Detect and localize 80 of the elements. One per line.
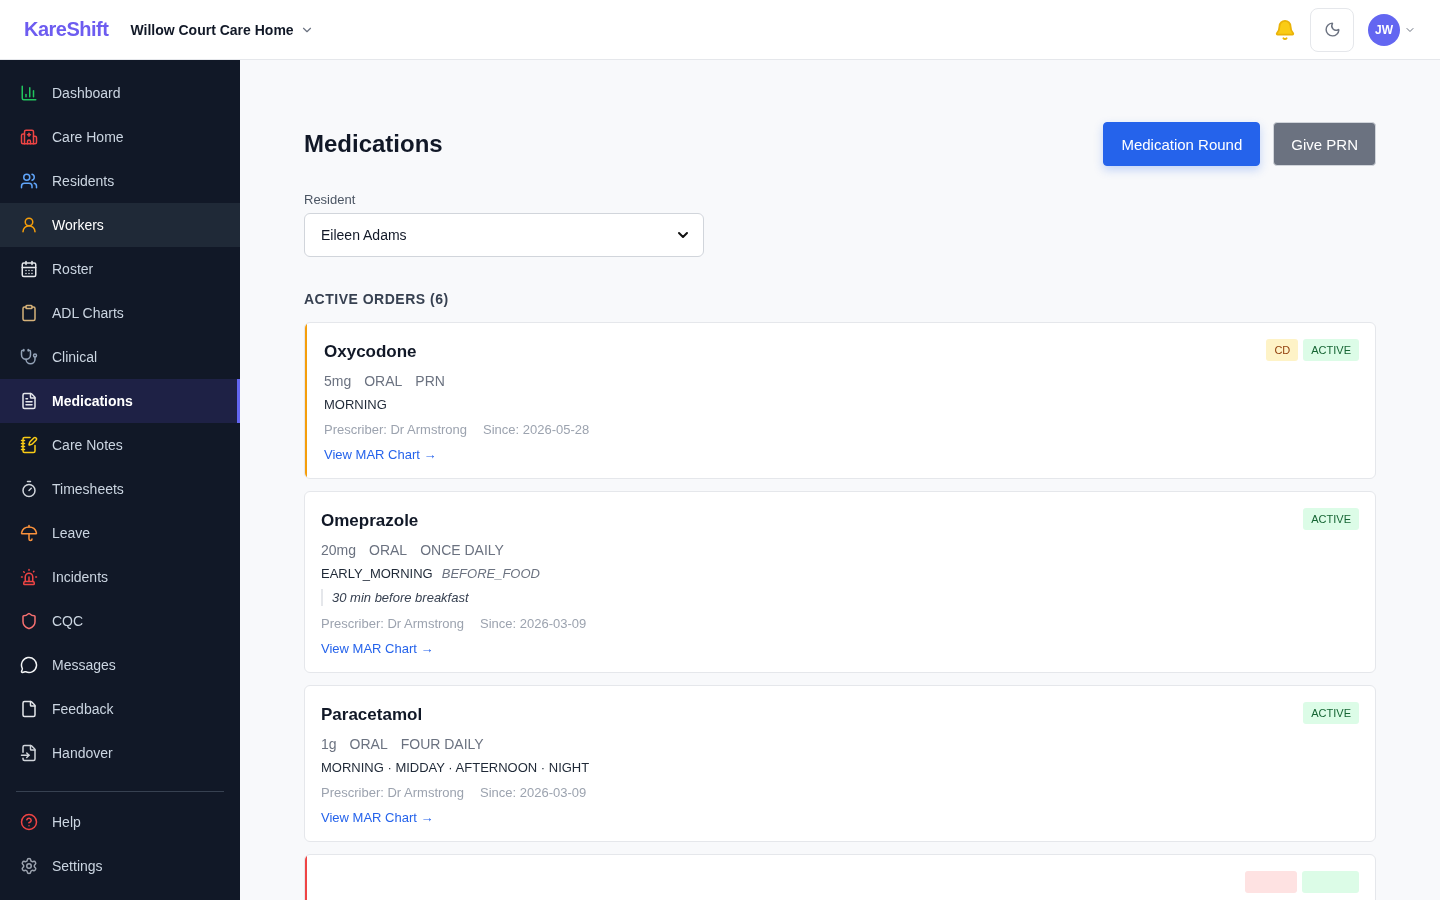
dose-detail: 1g: [321, 736, 337, 752]
medication-name: Oxycodone: [324, 342, 418, 362]
file-icon: [20, 744, 38, 762]
shield-icon: [20, 612, 38, 630]
sidebar-item[interactable]: Timesheets: [0, 467, 240, 511]
sidebar-item[interactable]: Messages: [0, 643, 240, 687]
calendar-icon: [20, 260, 38, 278]
since-date: Since: 2026-05-28: [483, 422, 590, 437]
prescriber-text: Prescriber: Dr Armstrong: [321, 785, 465, 800]
stethoscope-icon: [20, 348, 38, 366]
person-icon: [20, 216, 38, 234]
page-title: Medications: [304, 130, 443, 158]
sidebar-item[interactable]: Care Notes: [0, 423, 240, 467]
prescriber-text: Prescriber: Dr Armstrong: [321, 616, 465, 631]
sidebar-item[interactable]: Feedback: [0, 687, 240, 731]
timing-note: BEFORE_FOOD: [441, 566, 540, 581]
moon-icon: [1323, 21, 1341, 38]
hospital-icon: [20, 128, 38, 146]
since-date: Since: 2026-03-09: [480, 616, 587, 631]
sidebar-item[interactable]: Leave: [0, 511, 240, 555]
status-badge: ACTIVE: [1303, 702, 1359, 724]
give-prn-button[interactable]: Give PRN: [1273, 122, 1376, 166]
dose-detail: ORAL: [349, 736, 388, 752]
care-home-selector[interactable]: Willow Court Care Home: [130, 21, 314, 38]
medication-round-button[interactable]: Medication Round: [1103, 122, 1261, 166]
dose-detail: PRN: [415, 373, 445, 389]
since-date: Since: 2026-03-09: [480, 785, 587, 800]
settings-icon: [20, 857, 38, 875]
status-badge: ACTIVE: [1303, 339, 1359, 361]
sidebar-item[interactable]: Roster: [0, 247, 240, 291]
bar-chart-icon: [20, 84, 38, 102]
field-label: Resident: [304, 192, 357, 207]
notepad-icon: [20, 436, 38, 454]
app-logo: KareShift: [24, 18, 109, 41]
speech-bubble-icon: [20, 656, 38, 674]
file-icon: [20, 700, 38, 718]
dose-times: EARLY_MORNING: [321, 566, 433, 581]
dose-times: MORNING · MIDDAY · AFTERNOON · NIGHT: [321, 760, 590, 775]
mar-chart-link[interactable]: View MAR Chart →: [324, 447, 437, 462]
dose-detail: ONCE DAILY: [420, 542, 504, 558]
sidebar-item[interactable]: Workers: [0, 203, 240, 247]
siren-icon: [20, 568, 38, 586]
medication-name: Omeprazole: [321, 511, 420, 531]
sidebar-item[interactable]: Medications: [0, 379, 240, 423]
dose-times: MORNING: [324, 397, 387, 412]
medication-name: Paracetamol: [321, 705, 424, 725]
theme-toggle-button[interactable]: [1310, 7, 1354, 52]
badge: [1245, 871, 1297, 893]
badge: [1302, 871, 1359, 893]
status-badge: CD: [1266, 339, 1299, 361]
dose-detail: ORAL: [369, 542, 408, 558]
sidebar-item[interactable]: ADL Charts: [0, 291, 240, 335]
sidebar-item[interactable]: Settings: [0, 844, 240, 888]
dose-detail: FOUR DAILY: [400, 736, 484, 752]
mar-chart-link[interactable]: View MAR Chart →: [321, 641, 434, 656]
section-heading: ACTIVE ORDERS (6): [304, 291, 450, 307]
help-icon: [20, 813, 38, 831]
status-badge: ACTIVE: [1303, 508, 1359, 530]
sidebar-item[interactable]: Residents: [0, 159, 240, 203]
sidebar-item[interactable]: Care Home: [0, 115, 240, 159]
timer-icon: [20, 480, 38, 498]
dose-detail: 5mg: [324, 373, 352, 389]
user-avatar[interactable]: JW: [1368, 13, 1400, 46]
dose-detail: ORAL: [364, 373, 403, 389]
sidebar-item[interactable]: Help: [0, 800, 240, 844]
document-icon: [20, 392, 38, 410]
sidebar-item[interactable]: Handover: [0, 731, 240, 775]
umbrella-icon: [20, 524, 38, 542]
instruction-note: 30 min before breakfast: [321, 589, 1304, 606]
resident-select[interactable]: Eileen Adams: [304, 213, 704, 257]
sidebar-item[interactable]: Incidents: [0, 555, 240, 599]
clipboard-icon: [20, 304, 38, 322]
users-icon: [20, 172, 38, 190]
sidebar-item[interactable]: Clinical: [0, 335, 240, 379]
mar-chart-link[interactable]: View MAR Chart →: [321, 810, 434, 825]
bell-icon[interactable]: [1274, 18, 1296, 41]
sidebar-item[interactable]: CQC: [0, 599, 240, 643]
dose-detail: 20mg: [321, 542, 357, 558]
prescriber-text: Prescriber: Dr Armstrong: [324, 422, 468, 437]
sidebar-item[interactable]: Dashboard: [0, 71, 240, 115]
